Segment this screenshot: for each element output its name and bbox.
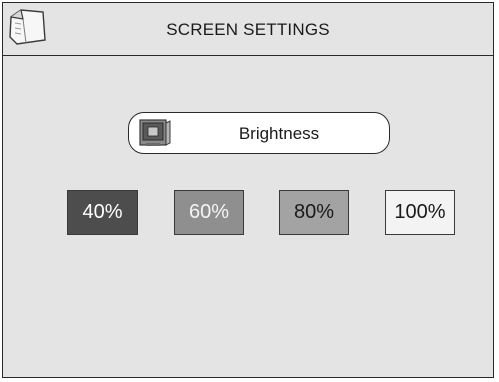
page-title: SCREEN SETTINGS	[166, 20, 330, 39]
monitor-icon	[138, 117, 172, 149]
screen-settings-panel: SCREEN SETTINGS Brightness 40% 60% 80% 1…	[2, 2, 494, 378]
brightness-60-button[interactable]: 60%	[174, 190, 244, 235]
title-divider	[3, 55, 493, 56]
brightness-40-button[interactable]: 40%	[67, 190, 138, 235]
setting-label: Brightness	[238, 124, 320, 143]
brightness-setting[interactable]: Brightness	[128, 112, 390, 154]
title-bar: SCREEN SETTINGS	[3, 3, 493, 55]
brightness-100-button[interactable]: 100%	[385, 190, 455, 235]
brightness-80-button[interactable]: 80%	[279, 190, 349, 235]
